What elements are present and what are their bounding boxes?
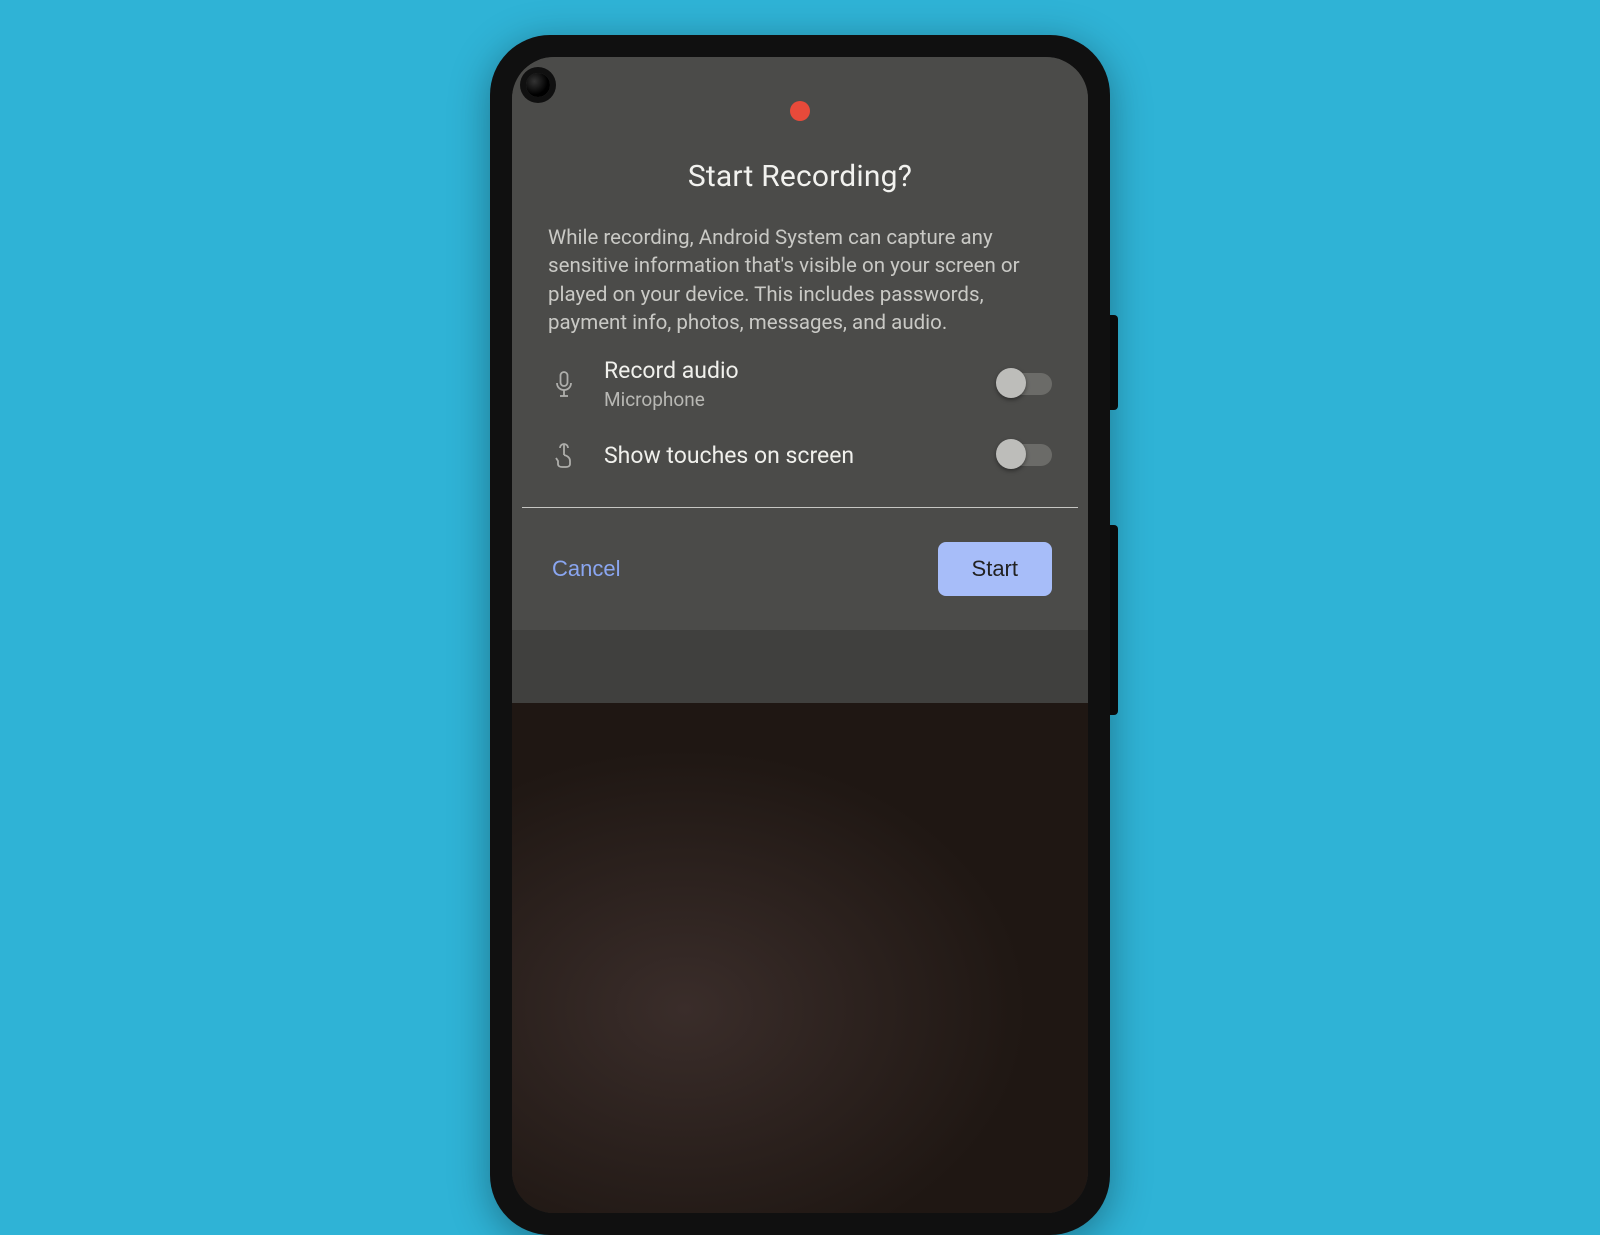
record-audio-toggle[interactable]	[998, 373, 1052, 395]
recording-indicator-icon	[790, 101, 810, 121]
option-title: Show touches on screen	[604, 442, 974, 469]
start-button[interactable]: Start	[938, 542, 1052, 596]
start-recording-dialog: Start Recording? While recording, Androi…	[512, 57, 1088, 630]
phone-screen: Start Recording? While recording, Androi…	[512, 57, 1088, 1213]
phone-side-button-top	[1110, 315, 1118, 410]
phone-frame: Start Recording? While recording, Androi…	[490, 35, 1110, 1235]
front-camera	[526, 73, 550, 97]
option-subtitle: Microphone	[604, 388, 974, 411]
microphone-icon	[548, 370, 580, 398]
show-touches-toggle[interactable]	[998, 444, 1052, 466]
phone-side-button-bottom	[1110, 525, 1118, 715]
dialog-actions: Cancel Start	[512, 508, 1088, 630]
option-title: Record audio	[604, 357, 974, 384]
option-show-touches[interactable]: Show touches on screen	[512, 421, 1088, 479]
home-wallpaper	[512, 703, 1088, 1213]
dialog-description: While recording, Android System can capt…	[548, 224, 1052, 337]
option-record-audio[interactable]: Record audio Microphone	[512, 337, 1088, 421]
touch-icon	[548, 441, 580, 469]
cancel-button[interactable]: Cancel	[548, 546, 624, 592]
dialog-title: Start Recording?	[512, 159, 1088, 194]
